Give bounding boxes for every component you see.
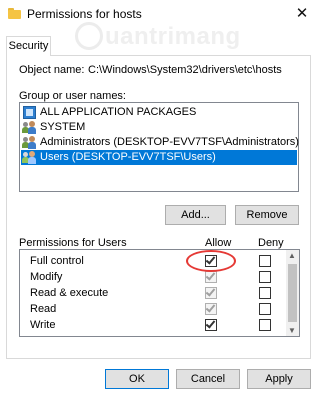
tab-security[interactable]: Security [6, 36, 51, 56]
user-list-item-label: Users (DESKTOP-EVV7TSF\Users) [40, 151, 216, 163]
watermark-circle-icon [75, 22, 103, 50]
allow-checkbox[interactable] [205, 270, 217, 283]
permission-label: Modify [30, 271, 63, 283]
scroll-up-icon[interactable]: ▲ [288, 251, 296, 260]
users-icon [22, 136, 36, 149]
permission-row: Write [20, 317, 285, 333]
users-icon [22, 151, 36, 164]
allow-checkbox[interactable] [205, 318, 217, 331]
user-list-item[interactable]: SYSTEM [21, 120, 297, 135]
permissions-table: Full control Modify Read & execute Read … [19, 249, 300, 337]
deny-checkbox[interactable] [259, 287, 271, 299]
checkmark-icon [205, 286, 216, 297]
deny-checkbox[interactable] [259, 303, 271, 315]
close-button[interactable]: ✕ [284, 0, 320, 30]
deny-checkbox[interactable] [259, 271, 271, 283]
permissions-scrollbar[interactable]: ▲ ▼ [286, 250, 299, 336]
allow-column-header: Allow [205, 237, 232, 249]
user-list-item-label: Administrators (DESKTOP-EVV7TSF\Administ… [40, 136, 299, 148]
permission-row: Modify [20, 269, 285, 285]
ok-button[interactable]: OK [105, 369, 169, 389]
app-packages-icon [23, 106, 36, 119]
remove-button[interactable]: Remove [235, 205, 299, 225]
group-list-label: Group or user names: [19, 90, 126, 102]
user-list-item-selected[interactable]: Users (DESKTOP-EVV7TSF\Users) [21, 150, 297, 165]
deny-column-header: Deny [258, 237, 284, 249]
permission-label: Full control [30, 255, 84, 267]
permissions-label: Permissions for Users [19, 237, 127, 249]
permission-row: Read [20, 301, 285, 317]
checkmark-icon [205, 302, 216, 313]
user-list-item[interactable]: ALL APPLICATION PACKAGES [21, 105, 297, 120]
window-title: Permissions for hosts [27, 7, 142, 21]
add-button[interactable]: Add... [165, 205, 226, 225]
permission-label: Read [30, 303, 57, 315]
cancel-button[interactable]: Cancel [176, 369, 240, 389]
permission-label: Write [30, 319, 56, 331]
folder-icon [8, 8, 21, 19]
object-name-value: C:\Windows\System32\drivers\etc\hosts [88, 64, 282, 76]
deny-checkbox[interactable] [259, 255, 271, 267]
user-list-item-label: SYSTEM [40, 121, 86, 133]
apply-button[interactable]: Apply [247, 369, 311, 389]
allow-checkbox[interactable] [205, 302, 217, 315]
user-list-item-label: ALL APPLICATION PACKAGES [40, 106, 197, 118]
users-icon [22, 121, 36, 134]
user-list-item[interactable]: Administrators (DESKTOP-EVV7TSF\Administ… [21, 135, 299, 150]
checkmark-icon [205, 318, 216, 329]
scroll-down-icon[interactable]: ▼ [288, 326, 296, 335]
object-name-label: Object name: [19, 64, 85, 76]
user-list[interactable]: ALL APPLICATION PACKAGES SYSTEM Administ… [19, 102, 299, 192]
allow-checkbox[interactable] [205, 286, 217, 299]
permission-row: Full control [20, 253, 285, 269]
deny-checkbox[interactable] [259, 319, 271, 331]
watermark-text: uantrimang [105, 23, 241, 50]
permission-label: Read & execute [30, 287, 109, 299]
scroll-thumb[interactable] [288, 264, 297, 322]
permission-row: Read & execute [20, 285, 285, 301]
annotation-ellipse [186, 250, 236, 272]
